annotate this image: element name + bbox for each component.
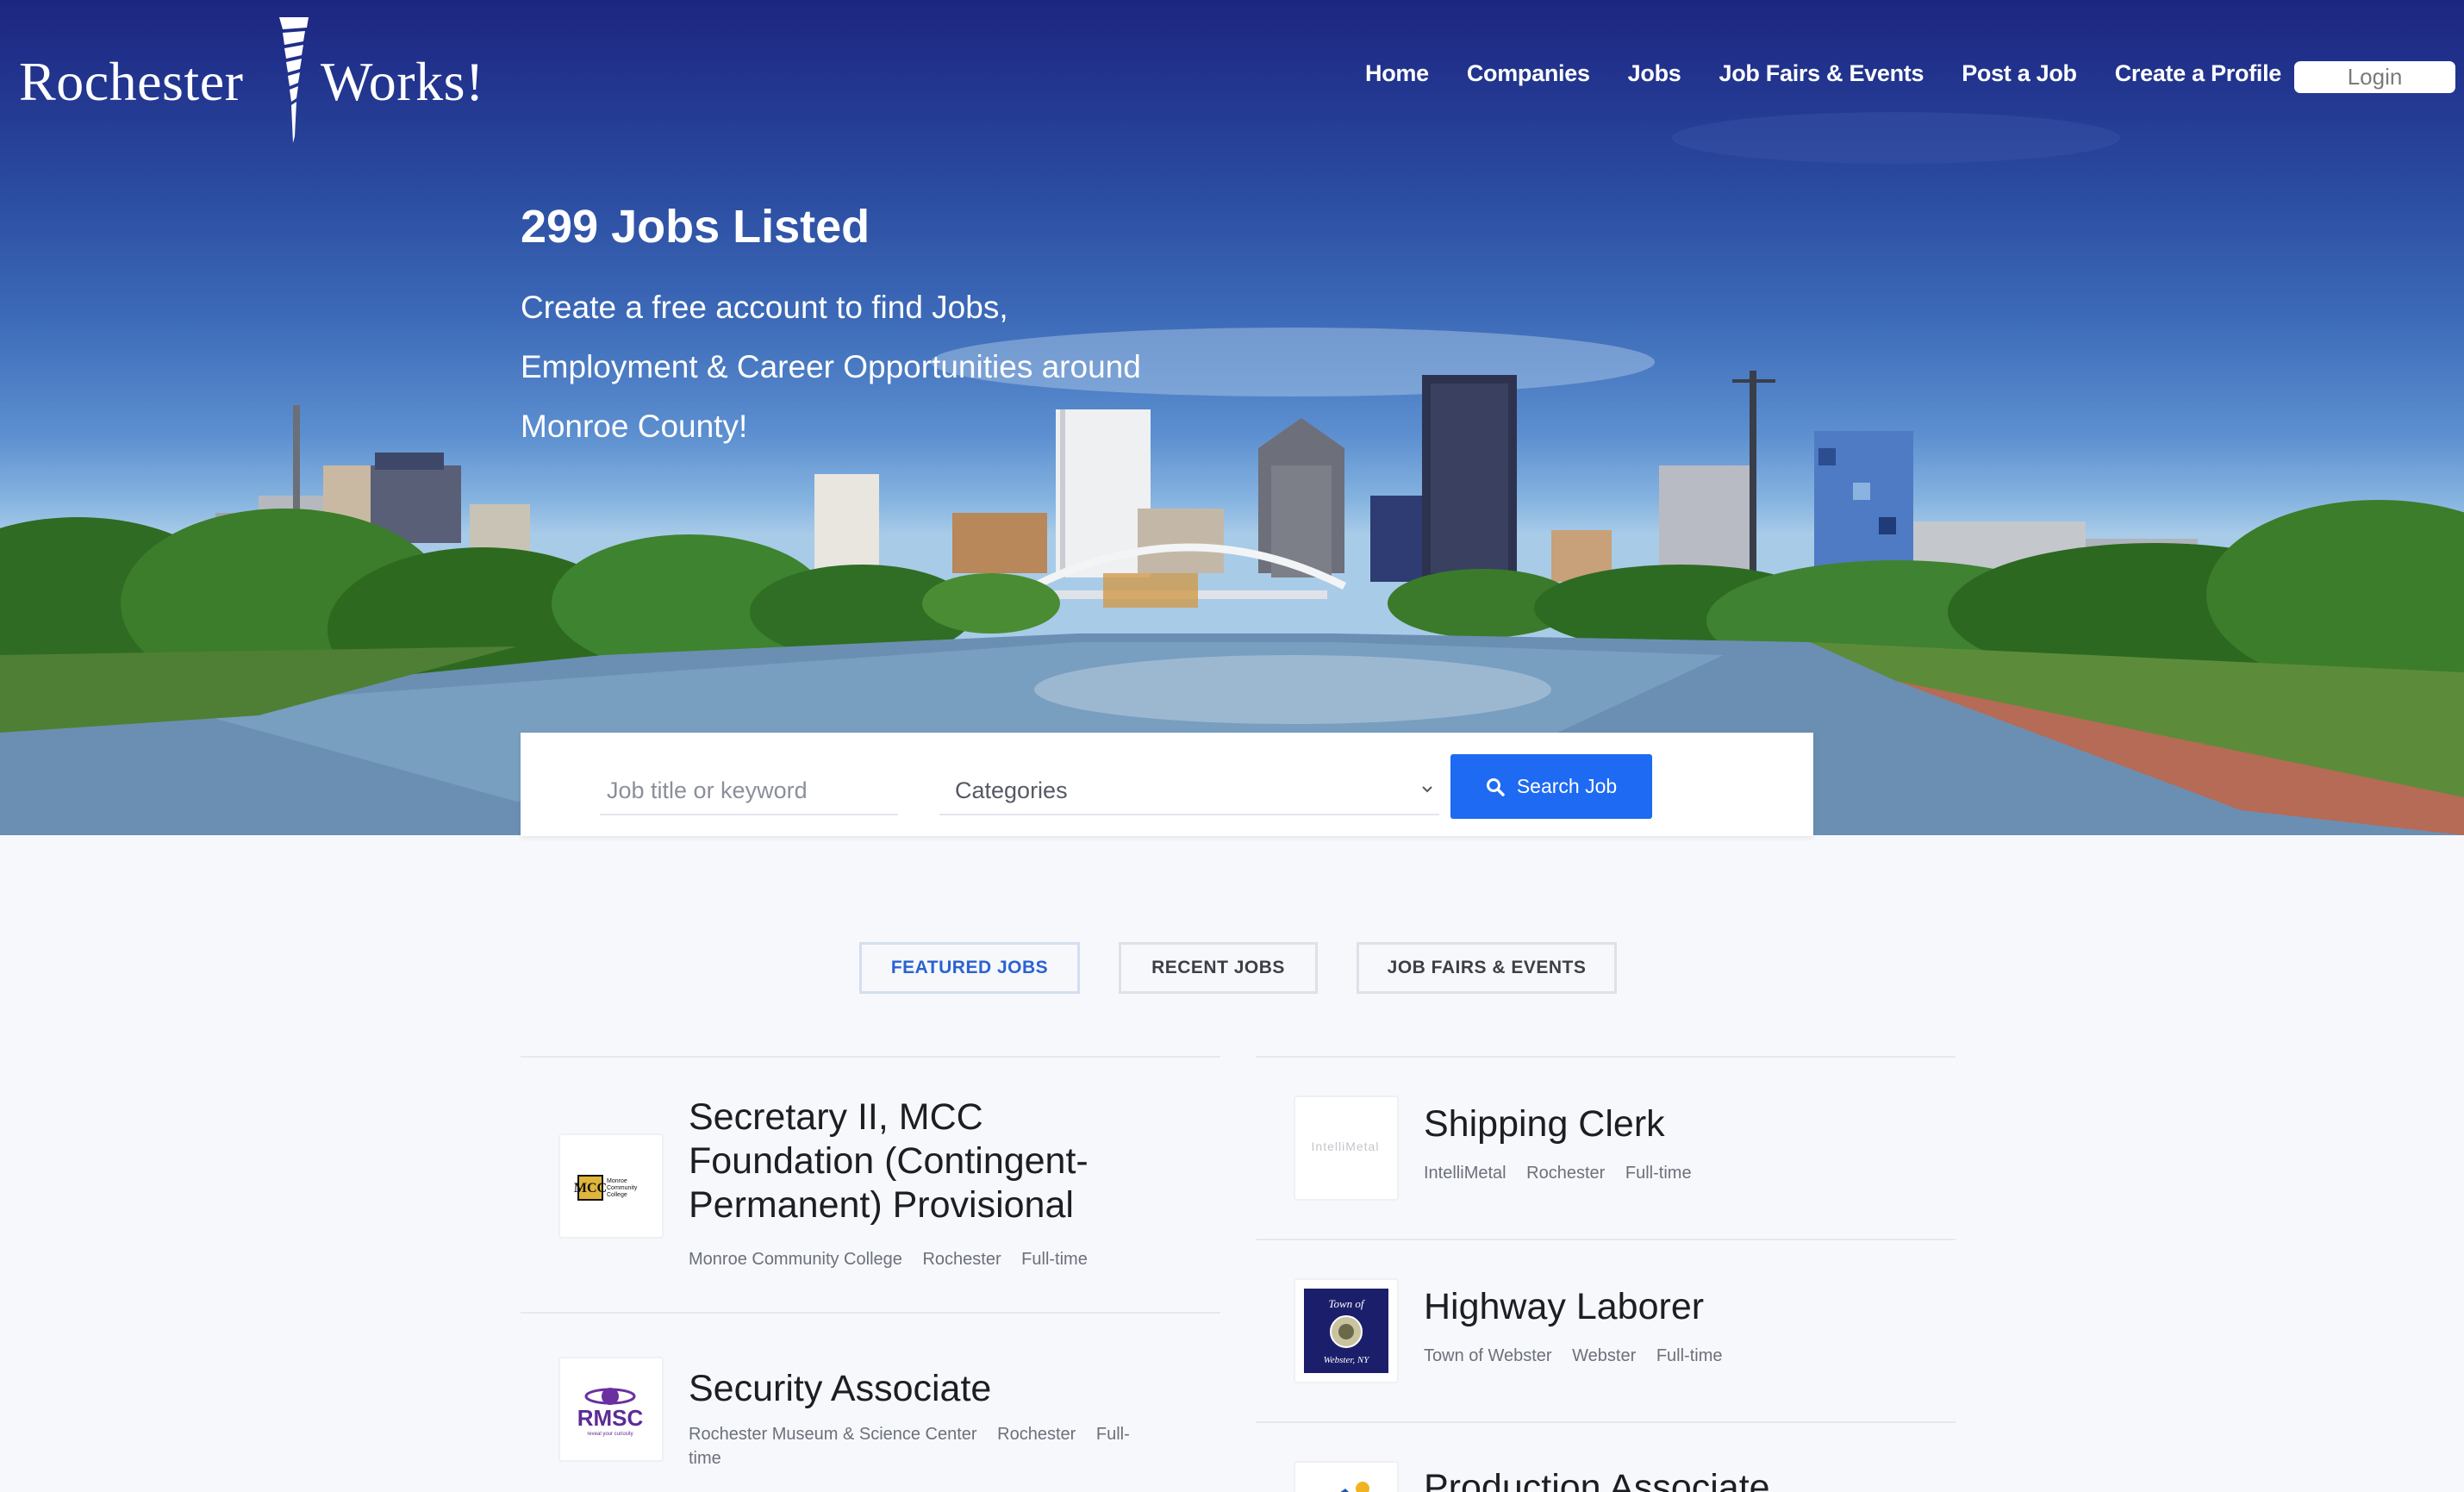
- job-title[interactable]: Security Associate: [689, 1367, 991, 1411]
- hero-subtitle: Create a free account to find Jobs, Empl…: [521, 278, 1176, 456]
- search-bar: Categories Search Job: [521, 733, 1813, 836]
- job-type: Full-: [1095, 1425, 1130, 1444]
- mcc-logo-name: Monroe: [607, 1178, 627, 1184]
- mcc-logo-name: College: [607, 1192, 627, 1198]
- tab-recent-jobs[interactable]: RECENT JOBS: [1119, 942, 1318, 994]
- categories-select[interactable]: Categories: [939, 767, 1439, 815]
- job-title[interactable]: Production Associate: [1424, 1466, 1770, 1492]
- mcc-logo-abbr: MCC: [574, 1181, 607, 1195]
- jobs-count-heading: 299 Jobs Listed: [521, 201, 870, 253]
- keyword-search-input[interactable]: [600, 767, 898, 815]
- job-title-line: Secretary II, MCC: [689, 1096, 983, 1138]
- job-title[interactable]: Secretary II, MCC Foundation (Contingent…: [689, 1096, 1089, 1227]
- site-logo[interactable]: Rochester Works!: [19, 16, 502, 145]
- job-type: Full-time: [1625, 1164, 1692, 1183]
- chevron-down-icon: [1422, 786, 1432, 793]
- job-company: Monroe Community College: [689, 1250, 902, 1269]
- categories-select-label: Categories: [955, 777, 1068, 803]
- company-logo-town-of-webster: Town of Webster, NY: [1294, 1278, 1399, 1383]
- job-location: Rochester: [922, 1250, 1001, 1269]
- search-icon: [1486, 777, 1505, 796]
- job-title-line: Permanent) Provisional: [689, 1184, 1074, 1226]
- nav-jobs[interactable]: Jobs: [1628, 60, 1681, 87]
- job-meta: Rochester Museum & Science Center Roches…: [689, 1422, 1171, 1470]
- hero-subtitle-line: Create a free account to find Jobs,: [521, 290, 1008, 325]
- mcc-logo-name: Community: [607, 1185, 638, 1191]
- webster-logo-top: Town of: [1328, 1297, 1365, 1310]
- login-button[interactable]: Login: [2294, 61, 2455, 93]
- job-type: Full-time: [1021, 1250, 1088, 1269]
- hero-subtitle-line: Monroe County!: [521, 409, 748, 444]
- company-logo-mcc: MCC Monroe Community College: [558, 1133, 664, 1239]
- hero-subtitle-line: Employment & Career Opportunities around: [521, 349, 1141, 384]
- logo-drill-icon: [279, 17, 309, 143]
- job-listing-production-associate[interactable]: Production Associate: [1256, 1421, 1956, 1492]
- nav-job-fairs-events[interactable]: Job Fairs & Events: [1719, 60, 1924, 87]
- job-location: Webster: [1572, 1346, 1637, 1365]
- job-location: Rochester: [1526, 1164, 1606, 1183]
- rmsc-logo-tagline: reveal your curiosity: [587, 1432, 633, 1437]
- webster-logo-bottom: Webster, NY: [1324, 1355, 1371, 1365]
- job-title[interactable]: Shipping Clerk: [1424, 1102, 1665, 1146]
- job-listing-secretary-ii[interactable]: MCC Monroe Community College Secretary I…: [521, 1056, 1220, 1312]
- nav-post-a-job[interactable]: Post a Job: [1962, 60, 2077, 87]
- job-title-line: Foundation (Contingent-: [689, 1140, 1089, 1182]
- search-job-button[interactable]: Search Job: [1450, 754, 1652, 819]
- job-listing-security-associate[interactable]: RMSC reveal your curiosity Security Asso…: [521, 1312, 1220, 1492]
- job-location: Rochester: [997, 1425, 1076, 1444]
- company-logo-rmsc: RMSC reveal your curiosity: [558, 1357, 664, 1462]
- tab-featured-jobs[interactable]: FEATURED JOBS: [859, 942, 1080, 994]
- job-type: Full-time: [1656, 1346, 1723, 1365]
- main-nav: Home Companies Jobs Job Fairs & Events P…: [1365, 60, 2319, 87]
- job-listing-shipping-clerk[interactable]: IntelliMetal Shipping Clerk IntelliMetal…: [1256, 1056, 1956, 1239]
- job-meta: IntelliMetal Rochester Full-time: [1424, 1161, 1707, 1185]
- tab-job-fairs-events[interactable]: JOB FAIRS & EVENTS: [1357, 942, 1617, 994]
- logo-text-right: Works!: [321, 51, 484, 112]
- job-meta: Monroe Community College Rochester Full-…: [689, 1247, 1103, 1271]
- company-logo-production: [1294, 1461, 1399, 1492]
- rmsc-logo-abbr: RMSC: [577, 1405, 644, 1431]
- job-company: Town of Webster: [1424, 1346, 1552, 1365]
- logo-text-left: Rochester: [19, 51, 244, 112]
- job-meta: Town of Webster Webster Full-time: [1424, 1344, 1738, 1368]
- job-type-continued: time: [689, 1449, 721, 1468]
- job-listing-highway-laborer[interactable]: Town of Webster, NY Highway Laborer Town…: [1256, 1239, 1956, 1421]
- job-company: Rochester Museum & Science Center: [689, 1425, 977, 1444]
- nav-companies[interactable]: Companies: [1467, 60, 1590, 87]
- job-title[interactable]: Highway Laborer: [1424, 1285, 1704, 1329]
- job-company: IntelliMetal: [1424, 1164, 1506, 1183]
- nav-home[interactable]: Home: [1365, 60, 1429, 87]
- nav-create-a-profile[interactable]: Create a Profile: [2115, 60, 2282, 87]
- search-job-button-label: Search Job: [1516, 775, 1618, 797]
- intellimetal-logo-text: IntelliMetal: [1312, 1139, 1380, 1153]
- company-logo-intellimetal: IntelliMetal: [1294, 1096, 1399, 1201]
